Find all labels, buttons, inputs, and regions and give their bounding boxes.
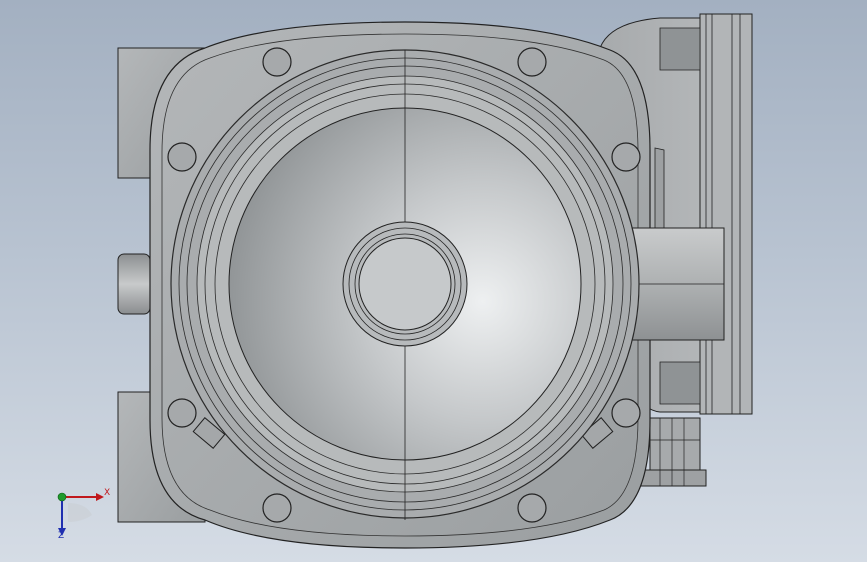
cad-viewport[interactable]: X Z <box>0 0 867 562</box>
triad-y-axis <box>57 492 67 502</box>
center-port <box>342 221 468 347</box>
valve-model[interactable] <box>0 0 867 562</box>
outlet-pipe <box>631 227 725 341</box>
triad-x-label: X <box>104 488 111 498</box>
orientation-triad <box>57 492 104 536</box>
triad-z-label: Z <box>58 531 65 541</box>
left-port <box>117 253 151 315</box>
